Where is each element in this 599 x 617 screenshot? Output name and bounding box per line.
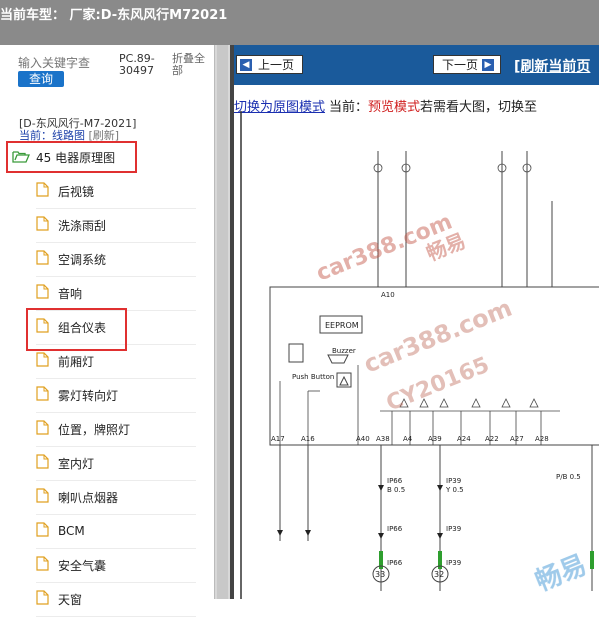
tree-item-label: 雾灯转向灯 [58,388,119,403]
diagram-buzzer-text: Buzzer [332,347,356,355]
tree-item-separator [36,242,196,243]
tree-item-label: 前厢灯 [58,354,95,369]
tree-item-label: 位置，牌照灯 [58,422,131,437]
document-icon [36,250,49,268]
diagram-connector-ip39-3: IP39 [446,559,461,567]
tree-item-label: 安全气囊 [58,558,107,573]
search-button[interactable]: 查询 [18,71,64,87]
document-icon [36,454,49,472]
diagram-connector-ip66-1: IP66 [387,477,403,485]
diagram-pin-a22: A22 [485,435,499,443]
diagram-pin-a10: A10 [381,291,395,299]
watermark-text-3: car388.com [360,294,516,379]
tree-item-label: 天窗 [58,592,83,607]
diagram-pin-a28: A28 [535,435,549,443]
diagram-pin-a17: A17 [271,435,285,443]
next-page-button[interactable]: 下一页 ▶ [433,55,501,74]
viewer-panel: ◀ 上一页 下一页 ▶ [刷新当前页 切换为原图模式 当前：预览模式若需看大图，切… [234,45,599,599]
tree-item-separator [36,412,196,413]
tree-item-separator [36,480,196,481]
diagram-node-33: 33 [375,570,385,579]
tree-item-label: 音响 [58,286,83,301]
arrow-left-icon: ◀ [240,58,252,71]
tree-item[interactable]: 安全气囊 [36,554,196,576]
tree-item[interactable]: 天窗 [36,588,196,610]
document-icon [36,420,49,438]
diagram-pin-a16: A16 [301,435,315,443]
wiring-diagram[interactable]: EEPROM Buzzer Push Button A10 A17 A16 A4… [240,111,599,599]
document-icon [36,488,49,506]
tree-item[interactable]: 雾灯转向灯 [36,384,196,406]
diagram-connector-ip39-2: IP39 [446,525,461,533]
tree-item-label: 喇叭点烟器 [58,490,119,505]
diagram-eeprom-text: EEPROM [325,321,359,330]
pc-code: PC.89-30497 [119,52,155,77]
diagram-pin-a4: A4 [403,435,413,443]
document-icon [36,284,49,302]
document-icon [36,216,49,234]
search-input[interactable] [18,55,90,71]
tree-item[interactable]: 空调系统 [36,248,196,270]
tree-item[interactable]: BCM [36,520,196,542]
document-icon [36,182,49,200]
tree-item-separator [36,276,196,277]
tree-item[interactable]: 后视镜 [36,180,196,202]
refresh-page-link[interactable]: [刷新当前页 [514,56,590,76]
tree-item-label: BCM [58,524,85,538]
diagram-pin-a39: A39 [428,435,442,443]
arrow-right-icon: ▶ [482,58,495,71]
viewer-navbar: ◀ 上一页 下一页 ▶ [刷新当前页 [234,45,599,85]
item-highlight-box [26,308,127,351]
diagram-pin-a38: A38 [376,435,390,443]
sidebar-scrollbar[interactable] [214,45,231,599]
document-icon [36,386,49,404]
scrollbar-thumb[interactable] [217,45,228,599]
watermark-text-5: 畅易 [531,550,590,597]
prev-page-label: 上一页 [258,58,295,72]
diagram-pin-a27: A27 [510,435,524,443]
diagram-wire-y-1: Y 0.5 [445,486,464,494]
tree-item-separator [36,208,196,209]
folder-highlight-box [6,141,137,173]
tree-item-label: 洗涤雨刮 [58,218,107,233]
tree-item[interactable]: 前厢灯 [36,350,196,372]
tree-item[interactable]: 音响 [36,282,196,304]
fold-all-link[interactable]: 折叠全部 [172,53,212,77]
diagram-wire-pb: P/B 0.5 [556,473,581,481]
tree-item-separator [36,378,196,379]
diagram-push-button-text: Push Button [292,373,334,381]
document-icon [36,352,49,370]
tree-item-separator [36,582,196,583]
tree-item-label: 后视镜 [58,184,95,199]
next-page-label: 下一页 [442,58,479,72]
tree-item-separator [36,446,196,447]
diagram-pin-a24: A24 [457,435,471,443]
tree-item[interactable]: 洗涤雨刮 [36,214,196,236]
diagram-connector-ip66-2: IP66 [387,525,403,533]
tree-item-label: 空调系统 [58,252,107,267]
document-icon [36,522,49,540]
diagram-pin-a40: A40 [356,435,370,443]
tree-item-separator [36,548,196,549]
window-titlebar: 当前车型： 厂家:D-东风风行M72021 [0,0,599,45]
window-title: 当前车型： 厂家:D-东风风行M72021 [0,8,228,23]
document-icon [36,556,49,574]
diagram-wire-b-1: B 0.5 [387,486,405,494]
prev-page-button[interactable]: ◀ 上一页 [236,55,303,74]
tree-item[interactable]: 位置，牌照灯 [36,418,196,440]
diagram-connector-ip66-3: IP66 [387,559,403,567]
diagram-node-32: 32 [434,570,444,579]
tree-item[interactable]: 室内灯 [36,452,196,474]
tree-item-label: 室内灯 [58,456,95,471]
tree-item[interactable]: 喇叭点烟器 [36,486,196,508]
diagram-connector-ip39-1: IP39 [446,477,461,485]
document-icon [36,590,49,608]
tree-item-separator [36,514,196,515]
